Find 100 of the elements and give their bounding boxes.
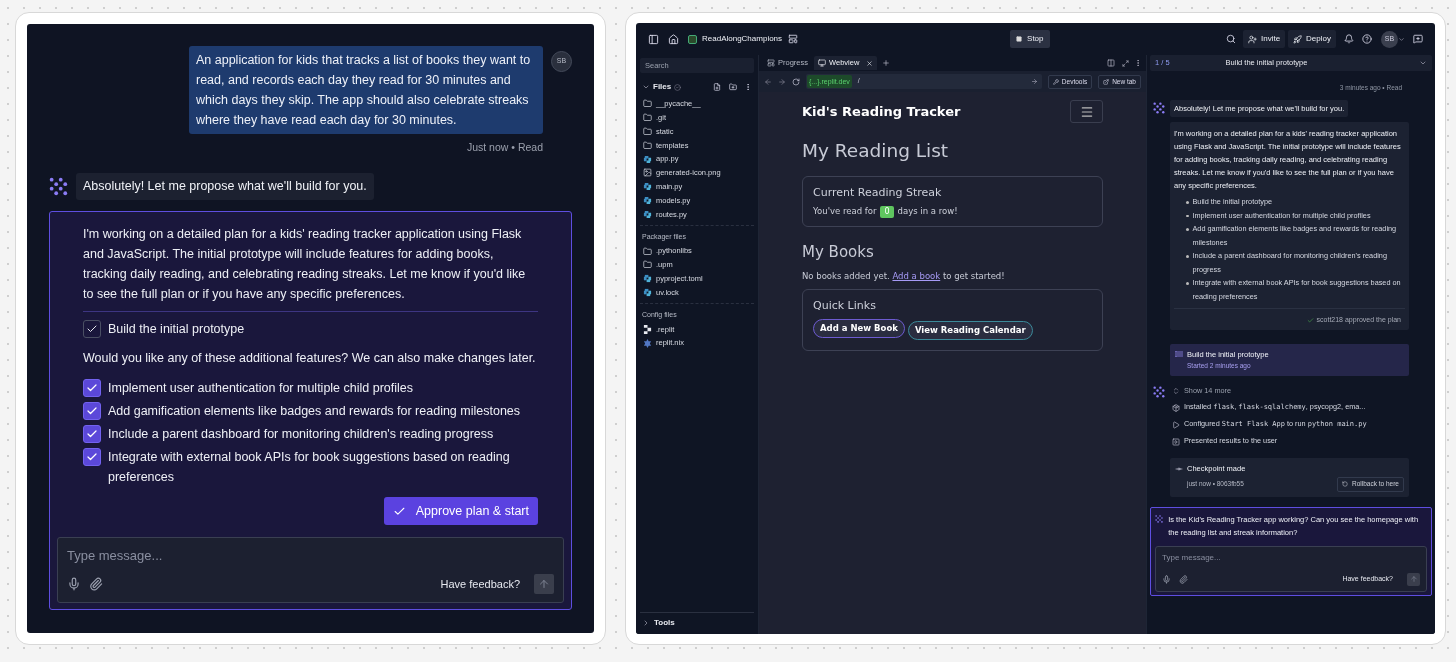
agent-logo-icon	[49, 176, 68, 196]
notifications-icon[interactable]	[1344, 34, 1354, 44]
message-composer[interactable]: Type message... Have feedback?	[57, 537, 564, 603]
microphone-icon[interactable]	[67, 577, 81, 591]
add-tab-icon[interactable]	[882, 59, 891, 67]
send-button[interactable]	[1407, 572, 1420, 586]
stop-icon	[1016, 36, 1023, 42]
empty-message: No books added yet. Add a book to get started!	[802, 269, 1006, 283]
check-icon	[1306, 316, 1314, 324]
python-file-icon	[643, 154, 652, 164]
presentation-icon	[1172, 437, 1180, 446]
agent-message: Absolutely! Let me propose what we'll build for you.	[76, 172, 374, 200]
check-icon	[86, 428, 98, 440]
rocket-icon	[1293, 34, 1303, 44]
wrench-icon	[1052, 78, 1059, 85]
go-icon[interactable]	[1030, 78, 1038, 85]
streak-text: You've read for	[813, 205, 877, 218]
plan-question: Would you like any of these additional features? We can also make changes later.	[82, 350, 537, 368]
checkbox[interactable]	[83, 379, 101, 397]
menu-icon	[1079, 104, 1094, 119]
user-message: An application for kids that tracks a list of books they want to read, and records each day they read for 30 minutes and which days they skip. The app should also celebrate streaks where they have read each day for 30 minutes.	[189, 46, 543, 134]
checkbox[interactable]	[83, 425, 101, 443]
python-file-icon	[643, 195, 652, 205]
bullet-icon	[1186, 228, 1189, 231]
section-heading: My Books	[802, 242, 875, 263]
more-icon[interactable]	[1134, 59, 1142, 67]
checkbox[interactable]	[83, 448, 101, 466]
template-icon[interactable]	[788, 34, 799, 44]
message-status: Just now • Read	[466, 140, 543, 155]
checkbox[interactable]	[83, 319, 101, 338]
project-name[interactable]: ReadAlongChampions	[702, 33, 783, 45]
feature-option: Include a parent dashboard for monitoring children's reading progress	[108, 424, 494, 444]
sidebar-icon[interactable]	[648, 33, 659, 45]
project-icon	[688, 34, 697, 44]
folder-icon	[643, 99, 652, 109]
home-icon[interactable]	[668, 33, 679, 45]
add-book-link[interactable]: Add a book	[892, 270, 941, 281]
feature-option: Add gamification elements like badges and rewards for reading milestones	[108, 401, 521, 421]
chat-toggle-icon[interactable]	[1413, 34, 1423, 44]
chevron-down-icon[interactable]	[1419, 59, 1427, 67]
site-title: Kid's Reading Tracker	[802, 102, 961, 121]
paperclip-icon[interactable]	[1179, 574, 1188, 584]
streak-text: days in a row!	[897, 205, 958, 218]
bullet-icon	[1186, 282, 1189, 285]
task-icon	[1175, 351, 1183, 358]
chevron-down-icon[interactable]	[642, 83, 650, 91]
card-title: Current Reading Streak	[813, 184, 943, 201]
arrow-up-icon	[1409, 575, 1418, 583]
streak-count: 0	[880, 205, 894, 218]
folder-icon	[643, 113, 652, 123]
check-icon	[86, 382, 98, 394]
quick-link-button[interactable]: View Reading Calendar	[907, 320, 1033, 340]
monitor-icon	[818, 59, 826, 67]
image-file-icon	[643, 168, 652, 178]
close-icon[interactable]	[866, 59, 874, 67]
status-icon	[674, 83, 682, 91]
folder-icon	[643, 140, 652, 150]
reload-icon[interactable]	[792, 77, 800, 86]
python-file-icon	[643, 274, 652, 284]
split-icon[interactable]	[1107, 59, 1115, 67]
feature-option: Integrate with external book APIs for book suggestions based on reading preferences	[108, 447, 538, 487]
message-input[interactable]: Type message...	[67, 546, 554, 566]
quick-link-button[interactable]: Add a New Book	[813, 318, 905, 338]
folder-icon	[643, 246, 652, 256]
new-folder-icon[interactable]	[729, 83, 737, 91]
expand-icon[interactable]	[1122, 59, 1129, 67]
bullet-icon	[1186, 255, 1189, 258]
folder-icon	[643, 127, 652, 136]
agent-logo-icon	[1155, 512, 1164, 525]
check-icon	[86, 451, 98, 463]
invite-button[interactable]: Invite	[1242, 30, 1286, 48]
menu-button[interactable]	[1070, 100, 1103, 123]
card-title: Quick Links	[813, 298, 877, 315]
tools-heading[interactable]: Tools	[654, 617, 675, 629]
chevron-down-icon[interactable]	[1398, 35, 1405, 43]
rotate-icon	[1342, 481, 1348, 487]
play-icon	[1172, 420, 1180, 429]
message-input[interactable]: Type message...	[1162, 551, 1420, 564]
agent-logo-icon	[1153, 102, 1165, 115]
agent-logo-icon	[1153, 385, 1165, 398]
bullet-icon	[1186, 214, 1189, 217]
approve-button[interactable]: Approve plan & start	[383, 497, 538, 525]
feature-option: Implement user authentication for multiple child profiles	[108, 378, 413, 398]
add-user-icon	[1247, 34, 1257, 44]
feedback-link[interactable]: Have feedback?	[440, 575, 520, 593]
deploy-button[interactable]: Deploy	[1288, 30, 1336, 48]
help-icon[interactable]	[1362, 34, 1372, 44]
paperclip-icon[interactable]	[89, 577, 103, 591]
check-icon	[86, 405, 98, 417]
more-icon[interactable]	[744, 83, 752, 91]
new-file-icon[interactable]	[713, 83, 721, 91]
folder-icon	[643, 260, 652, 270]
microphone-icon[interactable]	[1162, 574, 1171, 584]
python-file-icon	[643, 209, 652, 219]
chevron-right-icon[interactable]	[642, 619, 650, 627]
checkbox[interactable]	[83, 402, 101, 420]
search-icon[interactable]	[1225, 34, 1236, 44]
external-link-icon	[1103, 78, 1110, 85]
stop-button[interactable]: Stop	[1010, 30, 1050, 48]
plan-item: Build the initial prototype	[108, 320, 245, 338]
